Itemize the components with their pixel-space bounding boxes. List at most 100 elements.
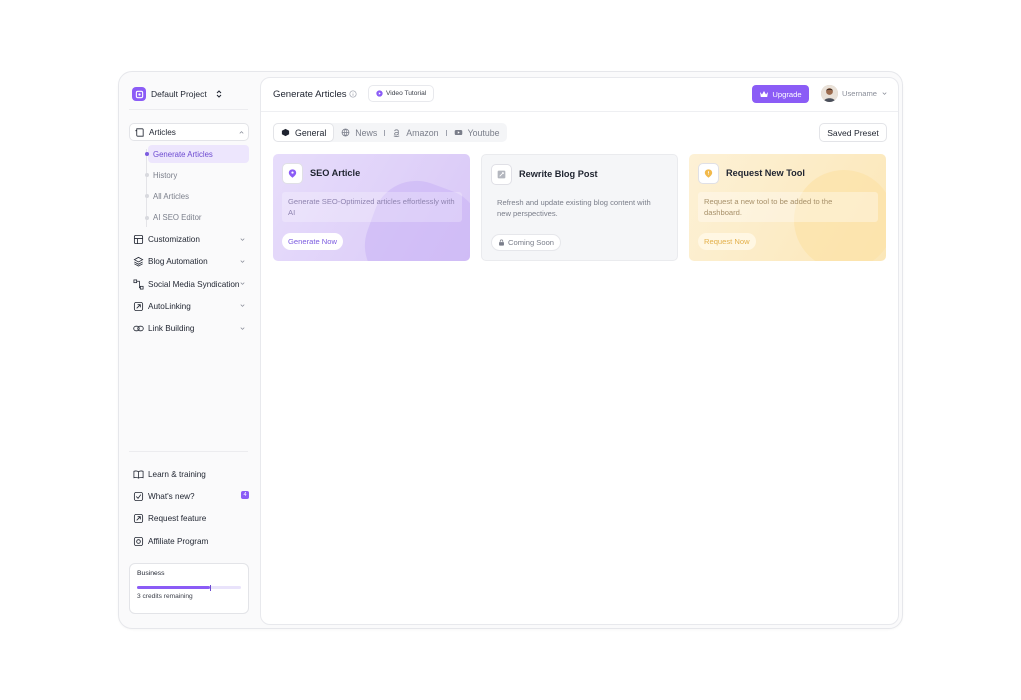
button-label: Coming Soon [508, 238, 555, 247]
tab-general[interactable]: General [273, 123, 335, 142]
sidebar-item-label: Learn & training [148, 469, 206, 479]
credits-remaining: 3 credits remaining [137, 593, 193, 600]
category-tabs: General News Amazon Youtube [273, 123, 507, 142]
plan-card: Business 3 credits remaining [129, 563, 249, 614]
link-icon [133, 323, 144, 334]
info-icon[interactable] [349, 90, 357, 98]
user-menu[interactable]: Username [821, 85, 888, 102]
project-switcher[interactable]: Default Project [132, 86, 223, 102]
sidebar: Default Project Articles Generate Articl… [119, 72, 260, 628]
sidebar-subitem-label: AI SEO Editor [153, 213, 202, 223]
card-rewrite-blog-post[interactable]: Rewrite Blog Post Refresh and update exi… [481, 154, 678, 261]
globe-icon [341, 128, 350, 137]
sidebar-item-autolinking[interactable]: AutoLinking [129, 297, 249, 315]
sidebar-subitem-ai-seo-editor[interactable]: AI SEO Editor [144, 209, 249, 227]
sidebar-item-request-feature[interactable]: Request feature [129, 510, 249, 528]
book-icon [133, 469, 144, 480]
submenu-dot [144, 152, 149, 156]
card-request-new-tool[interactable]: Request New Tool Request a new tool to b… [689, 154, 886, 261]
card-title: Request New Tool [726, 168, 805, 178]
tab-label: Youtube [467, 127, 500, 138]
credits-progress-marker [209, 584, 212, 591]
sidebar-bottom-nav: Learn & training What's new? 4 Request f… [129, 465, 249, 555]
coming-soon-button: Coming Soon [491, 234, 562, 251]
sidebar-divider [129, 451, 248, 452]
chevron-down-icon [240, 282, 245, 286]
new-count-badge: 4 [241, 491, 249, 500]
tab-youtube[interactable]: Youtube [447, 123, 507, 142]
upgrade-button[interactable]: Upgrade [752, 85, 809, 103]
tab-amazon[interactable]: Amazon [385, 123, 445, 142]
sidebar-subitem-all-articles[interactable]: All Articles [144, 187, 249, 205]
youtube-icon [454, 129, 462, 136]
button-label: Request Now [704, 237, 750, 246]
plan-name: Business [137, 570, 165, 577]
chevron-down-icon [240, 327, 245, 330]
request-tool-icon [698, 163, 719, 184]
grid-icon [133, 234, 144, 245]
card-description: Request a new tool to be added to the da… [698, 192, 878, 222]
button-label: Generate Now [288, 237, 337, 246]
sidebar-item-label: What's new? [148, 491, 195, 501]
affiliate-icon [133, 536, 144, 547]
crown-icon [760, 91, 769, 97]
sidebar-item-learn-training[interactable]: Learn & training [129, 465, 249, 483]
sidebar-item-blog-automation[interactable]: Blog Automation [129, 253, 249, 271]
chevron-down-icon [240, 304, 245, 308]
seo-article-icon [282, 163, 303, 184]
tab-label: News [355, 127, 378, 138]
chevron-down-icon [882, 92, 887, 95]
layers-icon [133, 256, 144, 267]
project-name: Default Project [151, 89, 207, 99]
sidebar-item-label: Blog Automation [148, 257, 208, 267]
sidebar-item-label: Customization [148, 235, 200, 245]
username: Username [842, 89, 878, 98]
submenu-dot [144, 194, 149, 199]
video-tutorial-label: Video Tutorial [386, 90, 427, 97]
tab-label: General [295, 127, 327, 138]
card-title: Rewrite Blog Post [519, 169, 598, 179]
main-panel: Generate Articles Video Tutorial Upgrade… [260, 77, 899, 625]
video-tutorial-button[interactable]: Video Tutorial [368, 85, 435, 102]
sidebar-item-affiliate-program[interactable]: Affiliate Program [129, 532, 249, 550]
tab-news[interactable]: News [334, 123, 384, 142]
avatar [821, 85, 838, 102]
request-icon [133, 513, 144, 524]
sidebar-item-link-building[interactable]: Link Building [129, 320, 249, 338]
upgrade-label: Upgrade [772, 89, 802, 99]
chevron-down-icon [240, 237, 245, 241]
tab-label: Amazon [406, 127, 439, 138]
sidebar-item-label: Articles [149, 127, 176, 137]
sidebar-item-label: Social Media Syndication [148, 279, 240, 289]
articles-submenu: Generate Articles History All Articles A… [143, 145, 249, 227]
sidebar-item-label: AutoLinking [148, 301, 191, 311]
credits-progress-bar [137, 584, 241, 591]
sidebar-item-articles[interactable]: Articles [129, 123, 249, 141]
project-logo-icon [132, 87, 146, 101]
sidebar-item-customization[interactable]: Customization [129, 231, 249, 249]
generate-now-button[interactable]: Generate Now [282, 233, 343, 250]
lock-icon [499, 239, 504, 246]
page-title: Generate Articles [273, 89, 347, 100]
sidebar-subitem-history[interactable]: History [144, 166, 249, 184]
articles-icon [134, 127, 145, 138]
sidebar-item-whats-new[interactable]: What's new? 4 [129, 487, 249, 505]
play-icon [376, 90, 383, 97]
autolink-icon [133, 301, 144, 312]
sidebar-groups: Customization Blog Automation Social Med… [129, 231, 249, 338]
sidebar-subitem-label: History [153, 170, 178, 180]
card-seo-article[interactable]: SEO Article Generate SEO-Optimized artic… [273, 154, 470, 261]
amazon-icon [393, 129, 400, 137]
sidebar-item-social-media-syndication[interactable]: Social Media Syndication [129, 275, 249, 293]
sidebar-item-label: Request feature [148, 514, 207, 524]
sidebar-divider [129, 109, 248, 110]
sidebar-subitem-generate-articles[interactable]: Generate Articles [144, 145, 249, 163]
request-now-button[interactable]: Request Now [698, 233, 756, 250]
share-nodes-icon [133, 279, 144, 290]
card-description: Generate SEO-Optimized articles effortle… [282, 192, 462, 222]
chevron-updown-icon [216, 90, 222, 98]
sidebar-subitem-label: All Articles [153, 191, 189, 201]
app-frame: Default Project Articles Generate Articl… [118, 71, 903, 629]
submenu-dot [144, 215, 149, 220]
saved-preset-button[interactable]: Saved Preset [819, 123, 887, 142]
